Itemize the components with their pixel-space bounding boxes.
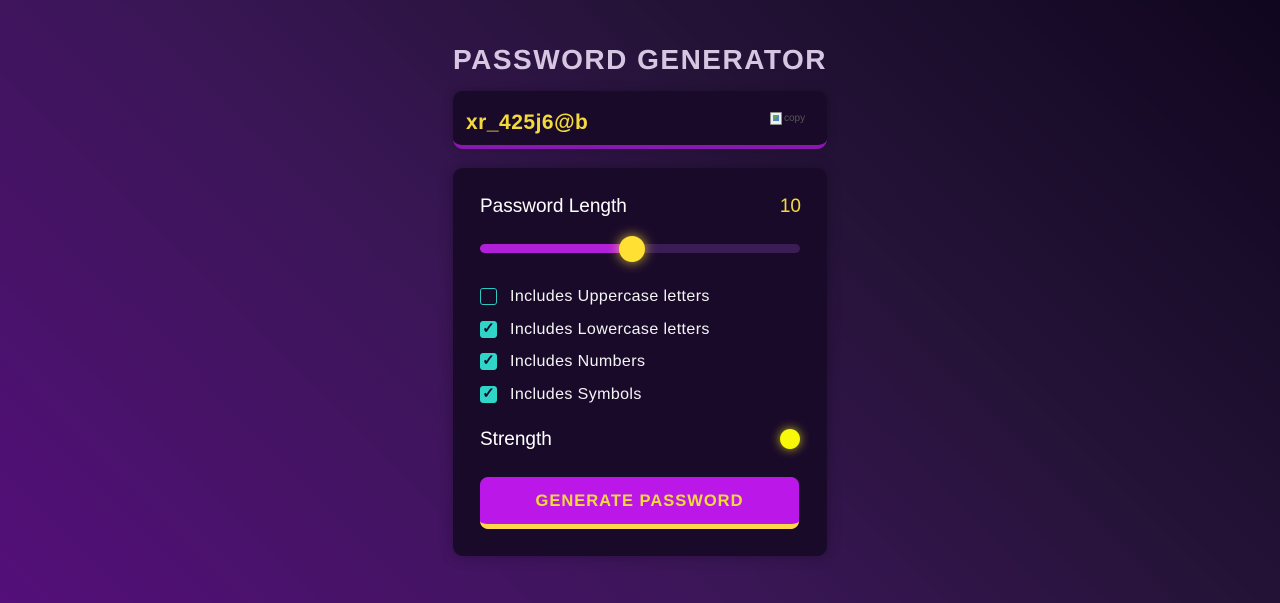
copy-button[interactable]: copy xyxy=(770,112,810,130)
copy-alt-text: copy xyxy=(784,113,806,124)
strength-label: Strength xyxy=(480,429,552,450)
password-display: xr_425j6@b copy xyxy=(453,91,827,149)
settings-panel: Password Length 10 Includes Uppercase le… xyxy=(453,168,827,556)
option-label: Includes Uppercase letters xyxy=(510,288,710,305)
length-value: 10 xyxy=(779,196,801,217)
uppercase-checkbox[interactable] xyxy=(480,288,497,305)
option-label: Includes Numbers xyxy=(510,353,646,370)
generate-password-button[interactable]: GENERATE PASSWORD xyxy=(480,477,799,529)
slider-fill xyxy=(480,244,632,253)
check-icon: ✓ xyxy=(482,352,495,369)
numbers-checkbox[interactable]: ✓ xyxy=(480,352,497,370)
page-title: PASSWORD GENERATOR xyxy=(453,44,827,75)
generated-password: xr_425j6@b xyxy=(466,111,589,134)
check-icon: ✓ xyxy=(482,385,495,402)
copy-icon xyxy=(770,112,782,125)
check-icon: ✓ xyxy=(482,320,495,337)
option-label: Includes Lowercase letters xyxy=(510,321,710,338)
symbols-checkbox[interactable]: ✓ xyxy=(480,385,497,403)
lowercase-checkbox[interactable]: ✓ xyxy=(480,320,497,338)
option-label: Includes Symbols xyxy=(510,386,642,403)
strength-indicator xyxy=(780,429,800,449)
slider-thumb[interactable] xyxy=(619,236,645,262)
length-slider[interactable] xyxy=(480,236,800,262)
length-label: Password Length xyxy=(480,196,627,217)
